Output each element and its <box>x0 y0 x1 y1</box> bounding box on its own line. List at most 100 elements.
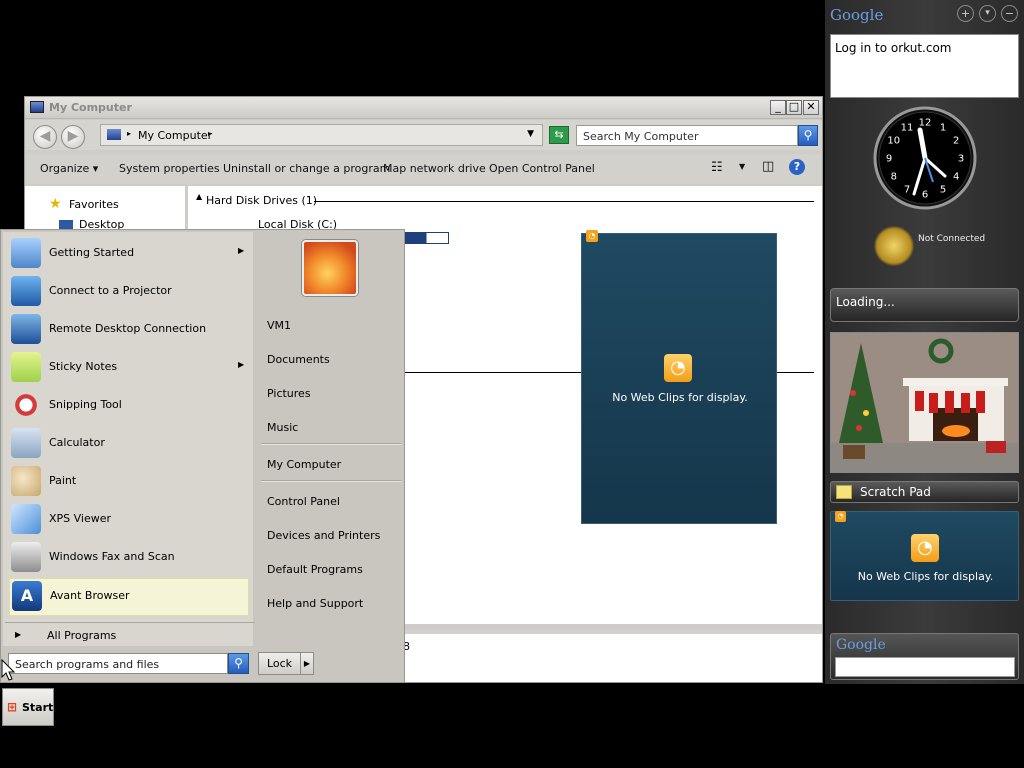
menu-icon[interactable]: ▾ <box>979 5 996 22</box>
google-search-gadget: Google <box>830 633 1019 680</box>
projector-icon <box>11 276 41 306</box>
refresh-button[interactable]: ⇆ <box>549 126 569 144</box>
preview-pane-icon[interactable]: ◫ <box>762 159 774 174</box>
search-placeholder: Search My Computer <box>583 130 699 143</box>
uninstall-program-button[interactable]: Uninstall or change a program <box>223 162 390 175</box>
lock-button[interactable]: Lock <box>258 652 301 675</box>
address-text: My Computer <box>138 129 213 142</box>
link-vm1[interactable]: VM1 <box>267 319 291 332</box>
christmas-photo <box>831 333 1018 472</box>
collapse-icon[interactable]: ▲ <box>196 192 202 201</box>
start-label: Start <box>22 701 54 714</box>
submenu-arrow-icon: ▶ <box>238 246 245 255</box>
map-network-drive-button[interactable]: Map network drive <box>383 162 486 175</box>
maximize-button[interactable]: □ <box>786 100 802 115</box>
link-documents[interactable]: Documents <box>267 353 330 366</box>
start-menu-programs: Getting Started ▶ Connect to a Projector… <box>3 232 255 648</box>
rss-badge-icon: ◔ <box>835 511 846 522</box>
program-calculator[interactable]: Calculator <box>9 426 249 460</box>
clock-numeral: 2 <box>953 136 959 147</box>
program-label: Connect to a Projector <box>49 284 172 297</box>
program-label: Windows Fax and Scan <box>49 550 175 563</box>
program-snipping-tool[interactable]: Snipping Tool <box>9 388 249 422</box>
shutdown-options-arrow-icon[interactable]: ▶ <box>300 652 314 675</box>
program-remote-desktop[interactable]: Remote Desktop Connection <box>9 312 249 346</box>
program-connect-projector[interactable]: Connect to a Projector <box>9 274 249 308</box>
user-picture-avatar[interactable] <box>302 240 358 296</box>
desktop: My Computer _ □ ✕ ◀ ▶ ▸ My Computer ▸ ▼ … <box>0 0 1024 768</box>
group-header[interactable]: Hard Disk Drives (1) <box>206 194 317 207</box>
menu-separator <box>261 480 401 482</box>
rss-icon: ◔ <box>664 354 692 382</box>
search-icon[interactable]: ⚲ <box>228 653 249 674</box>
sticky-notes-icon <box>11 352 41 382</box>
scratch-pad-gadget[interactable]: Scratch Pad <box>830 481 1019 503</box>
minimize-button[interactable]: _ <box>770 100 786 115</box>
clock-numeral: 5 <box>940 185 946 196</box>
program-sticky-notes[interactable]: Sticky Notes ▶ <box>9 350 249 384</box>
link-help-support[interactable]: Help and Support <box>267 597 363 610</box>
program-getting-started[interactable]: Getting Started ▶ <box>9 236 249 270</box>
computer-icon <box>107 129 121 140</box>
back-button[interactable]: ◀ <box>33 125 57 149</box>
google-search-input[interactable] <box>835 657 1015 677</box>
all-programs-button[interactable]: ▶ All Programs <box>5 622 255 648</box>
clock-numeral: 11 <box>901 122 914 133</box>
xps-viewer-icon <box>11 504 41 534</box>
address-dropdown-icon[interactable]: ▼ <box>527 129 534 139</box>
view-dropdown-icon[interactable]: ▼ <box>739 162 745 171</box>
link-devices-printers[interactable]: Devices and Printers <box>267 529 380 542</box>
window-titlebar[interactable]: My Computer _ □ ✕ <box>25 97 822 119</box>
clock-gadget[interactable]: 12 12 3 45 6 78 9 1011 <box>870 104 980 212</box>
clock-numeral: 7 <box>904 185 910 196</box>
rss-badge-icon: ◔ <box>586 230 598 242</box>
link-control-panel[interactable]: Control Panel <box>267 495 340 508</box>
link-music[interactable]: Music <box>267 421 298 434</box>
menu-separator <box>261 443 401 445</box>
start-search-input[interactable]: Search programs and files <box>8 653 228 674</box>
minimize-sidebar-icon[interactable]: − <box>1001 5 1018 22</box>
expand-arrow-icon: ▶ <box>15 630 22 639</box>
feed-gadget[interactable]: Loading... <box>830 288 1019 322</box>
breadcrumb-arrow-icon[interactable]: ▸ <box>127 129 131 138</box>
windows-logo-icon: ⊞ <box>7 700 18 714</box>
link-default-programs[interactable]: Default Programs <box>267 563 363 576</box>
webclip-sidebar-gadget[interactable]: ◔ ◔ No Web Clips for display. <box>830 511 1019 601</box>
start-search-placeholder: Search programs and files <box>15 658 160 671</box>
disk-usage-bar <box>404 232 449 244</box>
breadcrumb-arrow-icon[interactable]: ▸ <box>208 129 212 138</box>
system-properties-button[interactable]: System properties <box>119 162 220 175</box>
webclip-gadget[interactable]: ◔ ◔ No Web Clips for display. <box>581 230 777 524</box>
program-label: Calculator <box>49 436 105 449</box>
program-xps-viewer[interactable]: XPS Viewer <box>9 502 249 536</box>
program-fax-scan[interactable]: Windows Fax and Scan <box>9 540 249 574</box>
organize-button[interactable]: Organize ▾ <box>40 162 98 175</box>
all-programs-label: All Programs <box>47 629 117 642</box>
gadget-sidebar: Google + ▾ − Log in to orkut.com 12 1 2 3 4 5… <box>825 0 1024 684</box>
start-button[interactable]: ⊞ Start <box>2 688 54 726</box>
address-bar[interactable]: ▸ My Computer ▸ ▼ <box>100 124 543 146</box>
clock-numeral: 8 <box>891 172 897 183</box>
slideshow-gadget[interactable] <box>830 332 1019 473</box>
google-search-logo: Google <box>836 637 886 653</box>
forward-button[interactable]: ▶ <box>61 125 85 149</box>
view-options-icon[interactable]: ☷ <box>711 160 723 175</box>
open-control-panel-button[interactable]: Open Control Panel <box>489 162 595 175</box>
fax-scan-icon <box>11 542 41 572</box>
close-button[interactable]: ✕ <box>803 100 819 115</box>
link-pictures[interactable]: Pictures <box>267 387 311 400</box>
link-my-computer[interactable]: My Computer <box>267 458 341 471</box>
add-gadget-icon[interactable]: + <box>957 5 974 22</box>
nav-favorites[interactable]: Favorites <box>69 198 119 211</box>
search-icon[interactable]: ⚲ <box>798 125 818 146</box>
search-input[interactable]: Search My Computer <box>576 125 798 146</box>
loading-text: Loading... <box>836 295 895 309</box>
orkut-gadget[interactable]: Log in to orkut.com <box>830 34 1019 98</box>
orkut-login-text: Log in to orkut.com <box>835 41 952 55</box>
mouse-cursor-icon <box>1 659 15 681</box>
clock-numeral: 4 <box>953 172 959 183</box>
help-icon[interactable]: ? <box>789 159 805 175</box>
program-avant-browser[interactable]: A Avant Browser <box>9 578 249 616</box>
clock-numeral: 1 <box>940 122 946 133</box>
program-paint[interactable]: Paint <box>9 464 249 498</box>
